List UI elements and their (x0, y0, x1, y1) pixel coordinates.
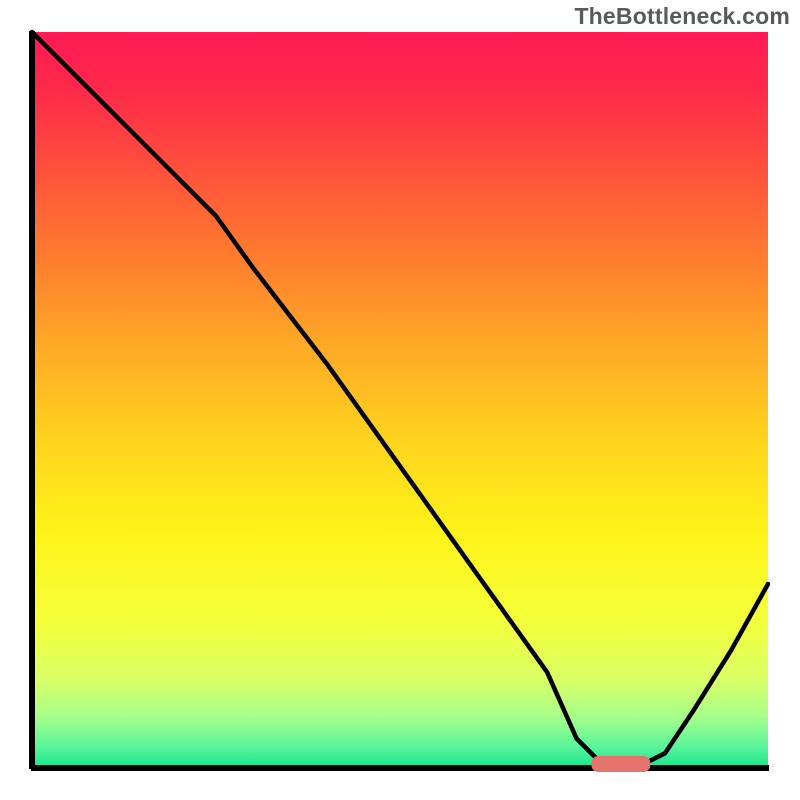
watermark-text: TheBottleneck.com (574, 3, 790, 30)
bottleneck-chart (0, 0, 800, 800)
optimal-marker (591, 756, 650, 772)
